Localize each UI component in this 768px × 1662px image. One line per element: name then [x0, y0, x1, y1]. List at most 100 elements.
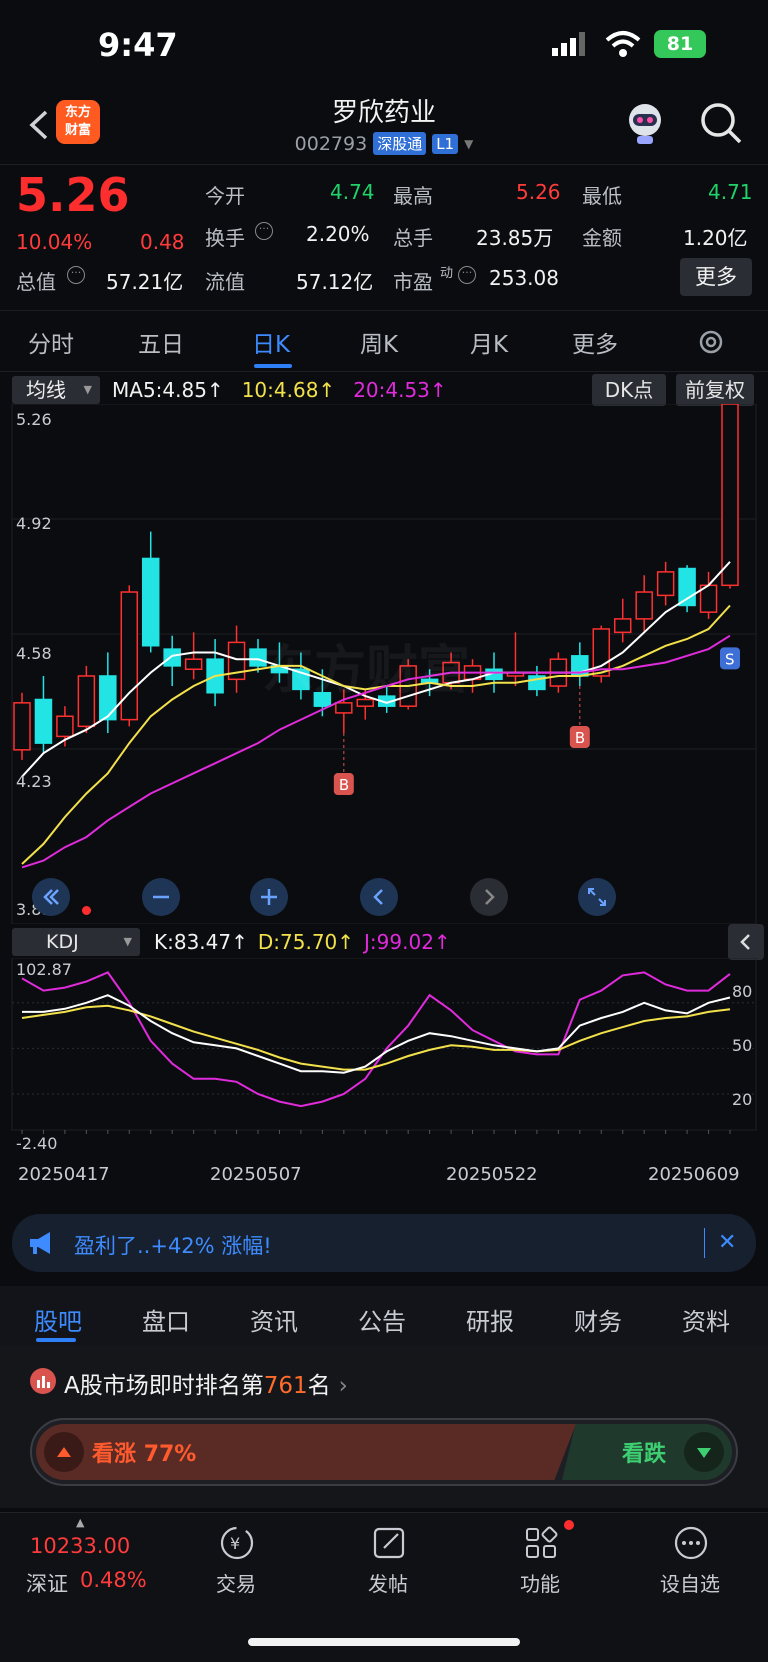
- candle-body: [335, 702, 353, 714]
- candle-body: [120, 591, 139, 721]
- status-time: 9:47: [98, 26, 178, 64]
- sell-marker-label: S: [725, 650, 735, 668]
- candle-body: [56, 715, 74, 738]
- nav-watchlist-label[interactable]: 设自选: [660, 1568, 720, 1597]
- ma-values: MA5:4.85↑ 10:4.68↑ 20:4.53↑: [112, 378, 447, 402]
- candle-body: [613, 618, 632, 634]
- robot-assistant-icon[interactable]: [620, 98, 670, 148]
- bullish-percent: 77%: [143, 1442, 197, 1467]
- scroll-right-button[interactable]: [470, 878, 508, 916]
- more-button[interactable]: 更多: [680, 258, 752, 296]
- label-turnover: 换手: [205, 226, 245, 250]
- price-label-2: 4.92: [16, 514, 52, 533]
- buy-marker-label: B: [339, 776, 349, 794]
- notification-dot: [564, 1520, 574, 1530]
- value-low: 4.71: [708, 180, 753, 204]
- collapse-panel-button[interactable]: [728, 924, 764, 960]
- value-volume: 23.85万: [476, 226, 554, 250]
- tab-finance[interactable]: 财务: [574, 1302, 622, 1337]
- info-icon[interactable]: ···: [255, 222, 273, 240]
- info-icon[interactable]: ···: [67, 266, 85, 284]
- battery-level: 81: [666, 33, 694, 55]
- settings-icon[interactable]: [696, 327, 726, 361]
- kdj-top-label: 102.87: [16, 960, 72, 979]
- info-icon[interactable]: ···: [458, 266, 476, 284]
- nav-post-label[interactable]: 发帖: [368, 1568, 408, 1597]
- tab-daily-k[interactable]: 日K: [252, 325, 290, 359]
- candle-body: [99, 675, 117, 721]
- expand-up-icon[interactable]: ▲: [76, 1516, 84, 1529]
- kdj-values: K:83.47↑ D:75.70↑ J:99.02↑: [154, 930, 451, 954]
- price-label-top: 5.26: [16, 410, 52, 429]
- features-icon[interactable]: [522, 1524, 560, 1566]
- candle-body: [77, 675, 96, 728]
- candle-body: [635, 591, 653, 620]
- scroll-left-button[interactable]: [360, 878, 398, 916]
- tab-announcements[interactable]: 公告: [358, 1302, 406, 1337]
- tab-forum[interactable]: 股吧: [34, 1302, 82, 1337]
- search-icon[interactable]: [698, 100, 744, 146]
- tag-hk-connect: 深股通: [373, 132, 427, 155]
- tab-orderbook[interactable]: 盘口: [142, 1302, 190, 1337]
- tab-news[interactable]: 资讯: [250, 1302, 298, 1337]
- nav-trade-label[interactable]: 交易: [216, 1568, 256, 1597]
- tab-research[interactable]: 研报: [466, 1302, 514, 1337]
- index-percent: 0.48%: [80, 1568, 147, 1592]
- kdj-chart[interactable]: [0, 958, 768, 1158]
- close-icon[interactable]: ✕: [718, 1230, 736, 1255]
- buy-marker-label: B: [575, 729, 585, 747]
- tab-five-day[interactable]: 五日: [138, 325, 184, 359]
- ma10-value: 10:4.68↑: [241, 378, 336, 402]
- post-icon[interactable]: [370, 1524, 408, 1566]
- date-label-3: 20250522: [446, 1164, 538, 1185]
- tab-intraday[interactable]: 分时: [28, 325, 74, 359]
- indicator-select-ma[interactable]: 均线 ▼: [12, 376, 100, 404]
- stock-code: 002793: [294, 132, 368, 155]
- indicator-select-kdj[interactable]: KDJ ▼: [12, 928, 140, 956]
- rank-chart-icon: [30, 1368, 56, 1394]
- candle-body: [656, 571, 675, 597]
- label-high: 最高: [393, 184, 433, 208]
- ma5-value: MA5:4.85↑: [112, 378, 224, 402]
- candle-body: [141, 557, 160, 647]
- tab-weekly-k[interactable]: 周K: [360, 325, 398, 359]
- kdj-select-label: KDJ: [46, 931, 79, 953]
- dk-point-button[interactable]: DK点: [592, 374, 666, 406]
- scroll-left-fast-button[interactable]: [32, 878, 70, 916]
- zoom-out-button[interactable]: [142, 878, 180, 916]
- bearish-label: 看跌: [622, 1442, 667, 1467]
- nav-features-label[interactable]: 功能: [520, 1568, 560, 1597]
- zoom-in-button[interactable]: [250, 878, 288, 916]
- adjust-button[interactable]: 前复权: [676, 374, 754, 406]
- label-open: 今开: [205, 184, 245, 208]
- dropdown-icon: ▼: [464, 136, 474, 151]
- tab-more[interactable]: 更多: [572, 325, 618, 359]
- candle-body: [678, 567, 696, 607]
- tab-profile[interactable]: 资料: [682, 1302, 730, 1337]
- tab-monthly-k[interactable]: 月K: [470, 325, 508, 359]
- ma20-value: 20:4.53↑: [353, 378, 447, 402]
- signal-icon: [552, 32, 588, 56]
- label-market-cap: 总值: [16, 270, 56, 294]
- period-tabs: 分时 五日 日K 周K 月K 更多: [0, 310, 768, 372]
- megaphone-icon: [28, 1230, 58, 1256]
- tab-underline: [254, 364, 292, 368]
- rank-suffix: 名: [307, 1373, 331, 1399]
- current-price: 5.26: [16, 168, 130, 222]
- trade-icon[interactable]: ¥: [218, 1524, 256, 1566]
- label-low: 最低: [582, 184, 622, 208]
- dropdown-icon: ▼: [123, 935, 132, 948]
- candle-body: [34, 698, 53, 744]
- home-indicator: [248, 1638, 520, 1646]
- date-label-1: 20250417: [18, 1164, 110, 1185]
- candle-body: [184, 658, 203, 671]
- date-axis: 20250417 20250507 20250522 20250609: [0, 1160, 768, 1188]
- date-label-4: 20250609: [648, 1164, 740, 1185]
- rank-text[interactable]: A股市场即时排名第761名 ›: [64, 1366, 348, 1400]
- label-volume: 总手: [393, 226, 433, 250]
- kdj-level-20: 20: [732, 1090, 753, 1109]
- fullscreen-button[interactable]: [578, 878, 616, 916]
- svg-text:¥: ¥: [230, 1534, 240, 1553]
- value-amount: 1.20亿: [683, 226, 748, 250]
- watchlist-icon[interactable]: [672, 1524, 710, 1566]
